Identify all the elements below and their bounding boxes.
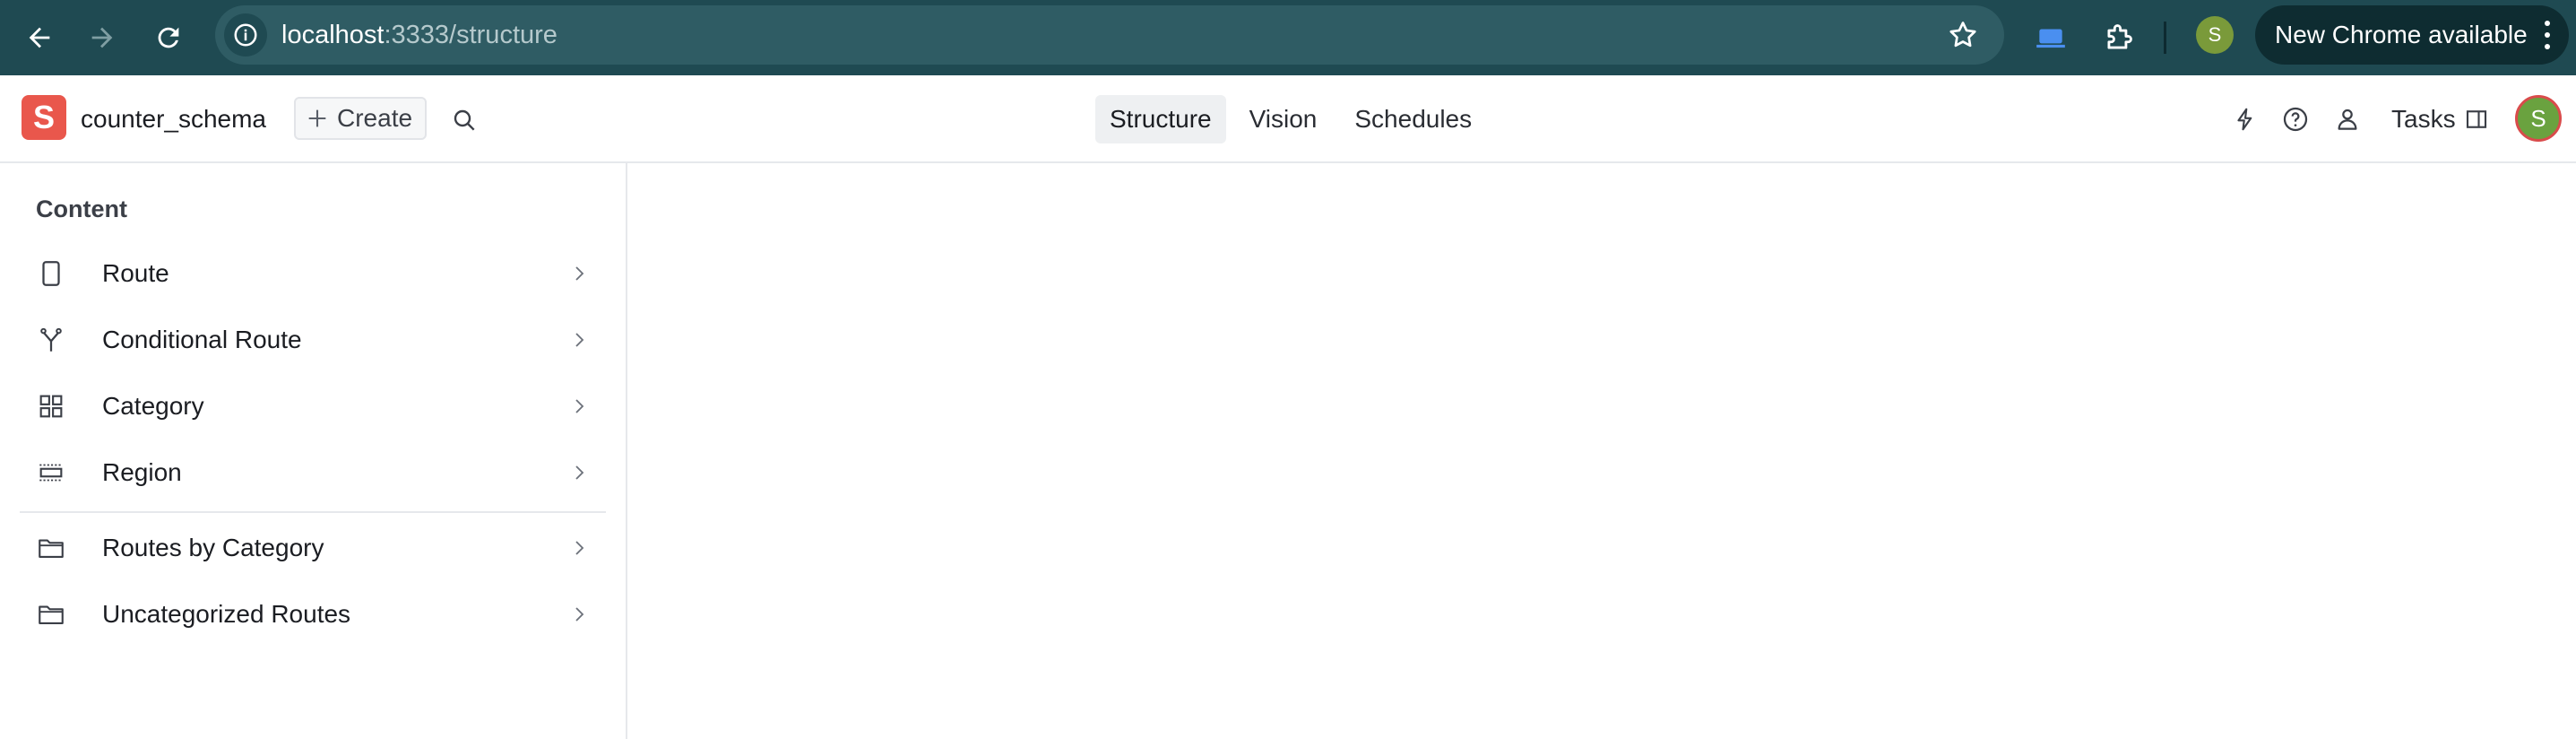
- reload-icon: [158, 27, 179, 48]
- url-path: :3333/structure: [384, 21, 558, 49]
- sidebar-item-region[interactable]: Region: [20, 439, 608, 506]
- chevron-right-icon: [575, 399, 584, 413]
- url-host: localhost: [281, 21, 385, 49]
- document-icon: [36, 258, 66, 289]
- sidebar-item-label: Route: [102, 259, 169, 287]
- sidebar-item-routes-by-category[interactable]: Routes by Category: [20, 515, 608, 581]
- sidebar-item-label: Conditional Route: [102, 326, 302, 353]
- project-name[interactable]: counter_schema: [81, 75, 266, 163]
- arrow-left-icon: [29, 27, 50, 48]
- extension-button[interactable]: [2024, 11, 2078, 65]
- chevron-right-icon: [575, 333, 584, 347]
- puzzle-icon: [2107, 24, 2132, 49]
- toolbar-separator: [2164, 22, 2166, 54]
- panel-toggle-button[interactable]: [2456, 99, 2497, 140]
- sidebar-item-label: Category: [102, 392, 204, 420]
- tab-structure[interactable]: Structure: [1095, 95, 1226, 143]
- lightning-icon: [2237, 108, 2252, 131]
- app-header: S counter_schema Create Structure Vision…: [0, 75, 2576, 163]
- app-logo[interactable]: S: [22, 95, 66, 140]
- url-text[interactable]: localhost:3333/structure: [281, 5, 558, 65]
- more-menu-icon[interactable]: [2538, 17, 2556, 53]
- main-content-pane: [629, 163, 2576, 739]
- sidebar-panel-icon: [2466, 110, 2487, 128]
- sidebar-item-label: Routes by Category: [102, 534, 324, 561]
- main-tabs: Structure Vision Schedules: [1095, 95, 1495, 143]
- sidebar-item-category[interactable]: Category: [20, 373, 608, 439]
- chrome-update-button[interactable]: New Chrome available: [2255, 5, 2569, 65]
- chevron-right-icon: [575, 607, 584, 622]
- bookmark-star-icon[interactable]: [1947, 19, 1979, 51]
- structure-sidebar: Content Route Conditional Route Category…: [0, 163, 627, 739]
- profile-avatar[interactable]: S: [2196, 16, 2234, 54]
- sidebar-item-route[interactable]: Route: [20, 240, 608, 307]
- chevron-right-icon: [575, 465, 584, 480]
- folder-icon: [36, 533, 66, 563]
- update-label: New Chrome available: [2275, 21, 2528, 48]
- help-icon: [2283, 107, 2308, 132]
- fork-icon: [36, 325, 66, 355]
- tab-schedules[interactable]: Schedules: [1340, 95, 1486, 143]
- sidebar-item-uncategorized-routes[interactable]: Uncategorized Routes: [20, 581, 608, 648]
- address-bar[interactable]: localhost:3333/structure: [215, 5, 2004, 65]
- presence-button[interactable]: [2327, 99, 2368, 140]
- chevron-right-icon: [575, 266, 584, 281]
- arrow-right-icon: [91, 27, 113, 48]
- sidebar-item-label: Region: [102, 458, 182, 486]
- reload-button[interactable]: [142, 11, 195, 65]
- tasks-button[interactable]: Tasks: [2391, 75, 2456, 163]
- sidebar-title: Content: [36, 196, 127, 222]
- help-button[interactable]: [2275, 99, 2316, 140]
- lightning-button[interactable]: [2225, 99, 2266, 140]
- folder-icon: [36, 599, 66, 630]
- tab-vision[interactable]: Vision: [1235, 95, 1332, 143]
- screen-cast-icon: [2036, 29, 2065, 48]
- sidebar-item-conditional-route[interactable]: Conditional Route: [20, 307, 608, 373]
- plus-icon: [308, 109, 326, 127]
- user-avatar[interactable]: S: [2515, 95, 2562, 142]
- users-icon: [2338, 109, 2357, 130]
- info-icon: [234, 23, 257, 47]
- chevron-right-icon: [575, 541, 584, 555]
- search-icon: [454, 109, 475, 131]
- sidebar-divider: [20, 511, 606, 513]
- sidebar-item-label: Uncategorized Routes: [102, 600, 351, 628]
- browser-toolbar: localhost:3333/structure S New Chrome av…: [0, 0, 2576, 75]
- forward-button[interactable]: [75, 11, 129, 65]
- search-button[interactable]: [445, 100, 484, 140]
- grid-icon: [36, 391, 66, 422]
- back-button[interactable]: [13, 11, 66, 65]
- extensions-button[interactable]: [2092, 11, 2146, 65]
- create-button[interactable]: Create: [294, 97, 427, 140]
- site-info-button[interactable]: [224, 13, 267, 57]
- create-label: Create: [337, 104, 413, 132]
- region-icon: [36, 457, 66, 488]
